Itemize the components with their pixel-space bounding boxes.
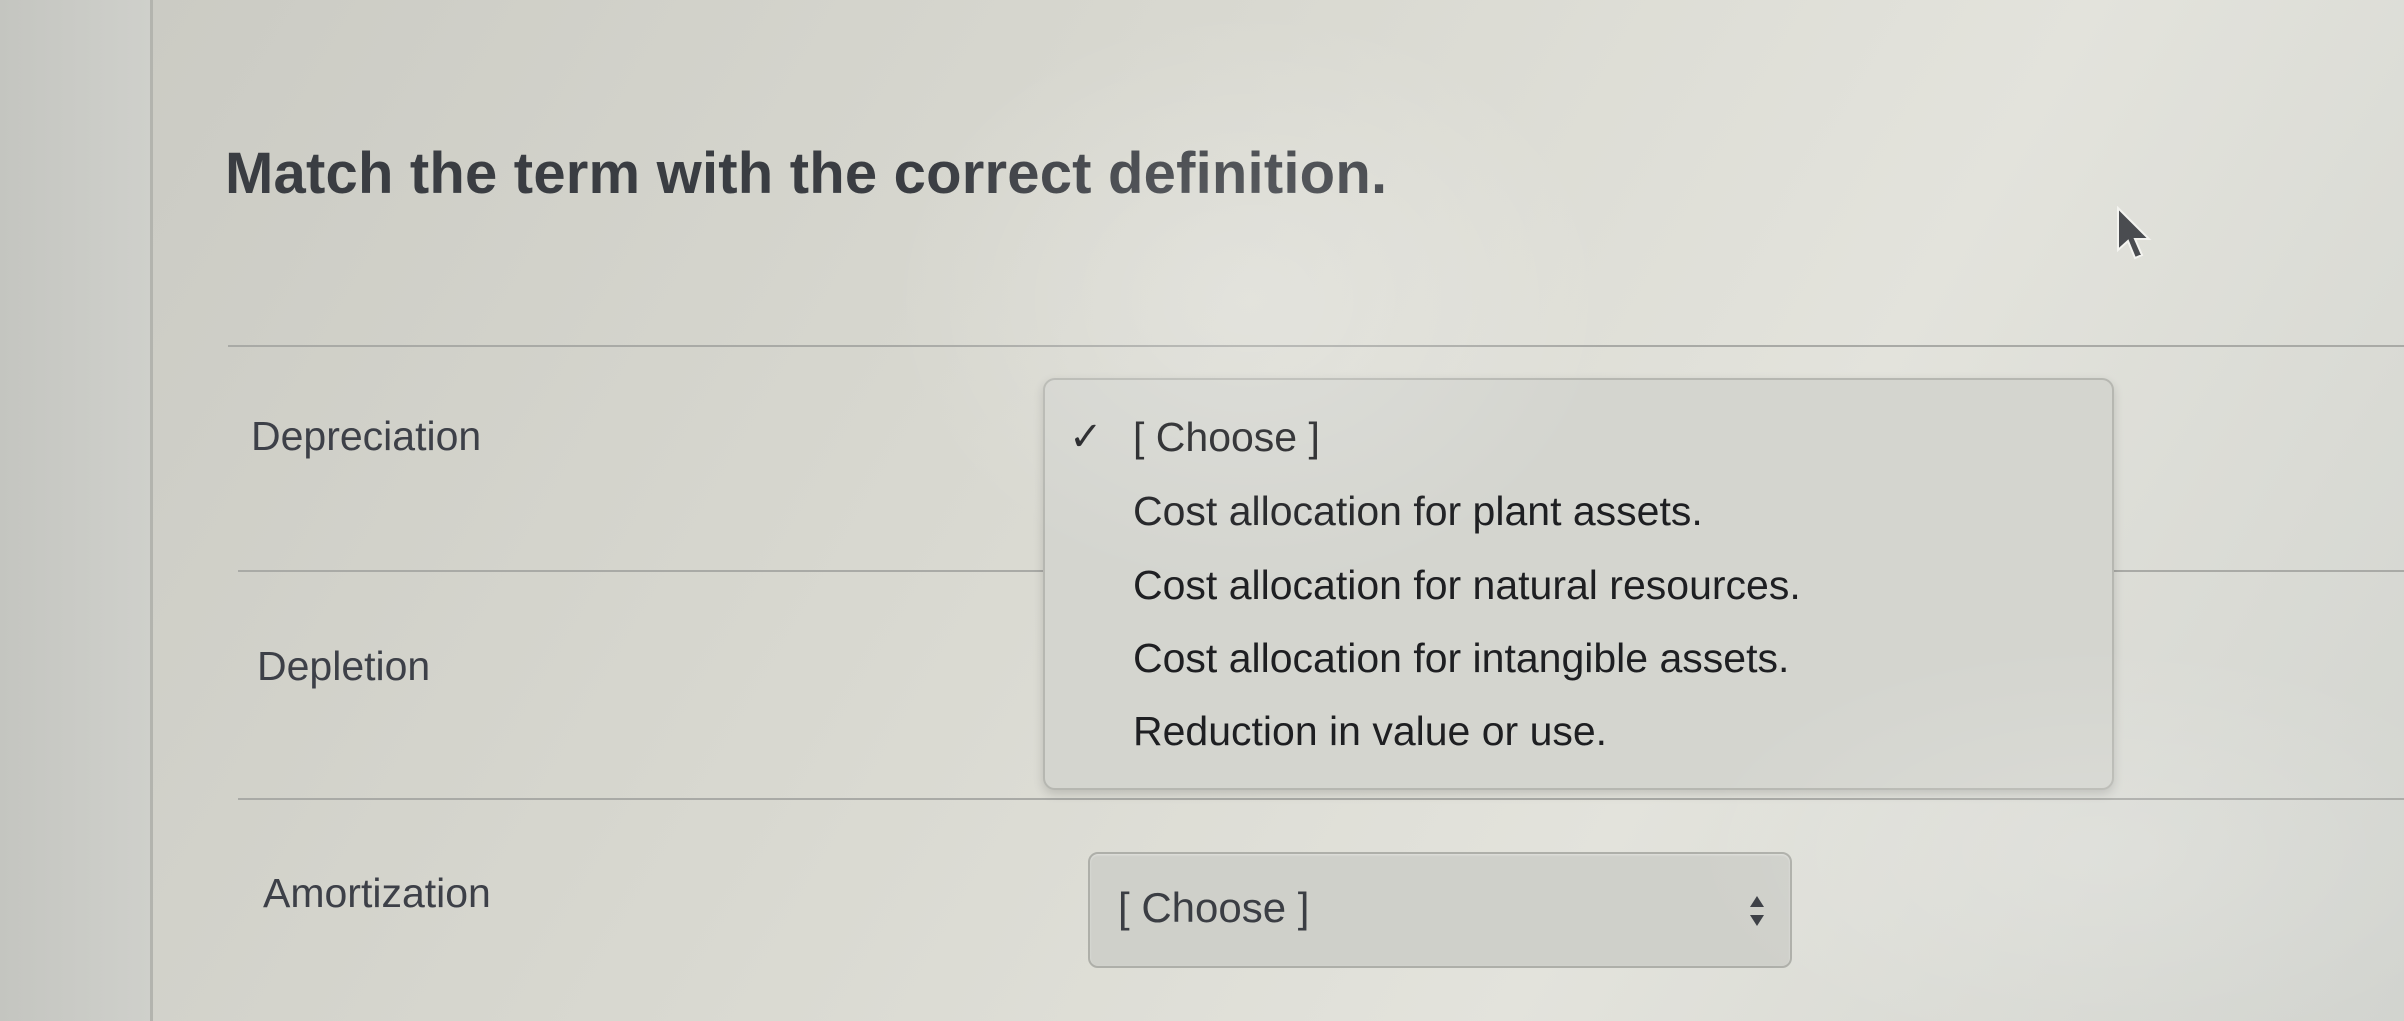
left-page-margin [0, 0, 153, 1021]
row-divider-2 [238, 798, 2404, 800]
term-depreciation: Depreciation [251, 413, 482, 459]
checkmark-icon: ✓ [1069, 415, 1103, 459]
dropdown-option-natural-resources[interactable]: Cost allocation for natural resources. [1133, 562, 1801, 609]
dropdown-option-reduction-in-value[interactable]: Reduction in value or use. [1133, 708, 1607, 755]
dropdown-option-choose[interactable]: [ Choose ] [1133, 414, 1320, 461]
depreciation-dropdown-list[interactable]: ✓ [ Choose ] Cost allocation for plant a… [1043, 378, 2114, 790]
term-depletion: Depletion [257, 643, 431, 689]
dropdown-option-plant-assets[interactable]: Cost allocation for plant assets. [1133, 488, 1703, 535]
up-down-arrows-icon [1750, 896, 1764, 926]
dropdown-option-intangible-assets[interactable]: Cost allocation for intangible assets. [1133, 635, 1789, 682]
row-divider-top [228, 345, 2404, 347]
mouse-pointer-icon [2117, 206, 2152, 260]
select-value: [ Choose ] [1118, 884, 1310, 931]
amortization-definition-select[interactable]: [ Choose ] [1088, 852, 1792, 968]
quiz-question-panel: Match the term with the correct definiti… [153, 0, 2404, 1021]
term-amortization: Amortization [263, 870, 491, 916]
question-title: Match the term with the correct definiti… [225, 141, 1388, 206]
